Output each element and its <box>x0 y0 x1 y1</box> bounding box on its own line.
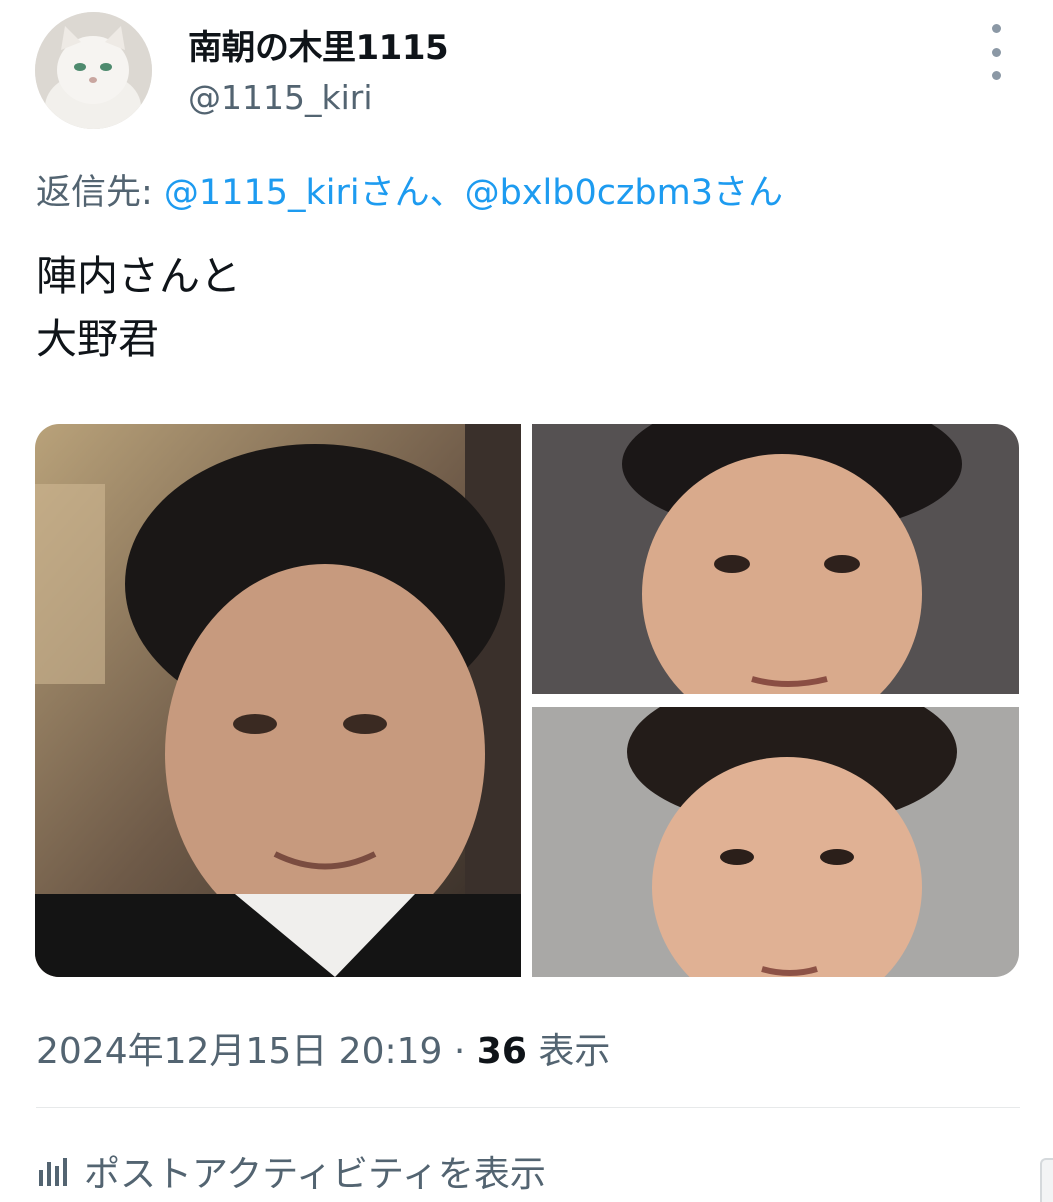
reply-mention-link[interactable]: @1115_kiriさん <box>164 173 430 213</box>
avatar[interactable] <box>35 12 152 129</box>
timestamp[interactable]: 2024年12月15日 20:19 <box>36 1031 442 1072</box>
reply-mention-link[interactable]: @bxlb0czbm3さん <box>465 173 783 213</box>
more-options-button[interactable] <box>982 24 1010 80</box>
photo-man-portrait <box>532 424 1019 694</box>
tweet-text: 陣内さんと 大野君 <box>36 245 241 371</box>
views-label: 表示 <box>526 1031 611 1072</box>
activity-label: ポストアクティビティを表示 <box>84 1154 546 1195</box>
separator-dot: · <box>442 1031 477 1072</box>
media-photo-bottom-right[interactable] <box>532 707 1019 977</box>
media-photo-left[interactable] <box>35 424 521 977</box>
analytics-bars-icon <box>39 1158 67 1186</box>
media-grid <box>35 424 1019 977</box>
more-vertical-icon <box>991 47 1001 57</box>
display-name[interactable]: 南朝の木里1115 <box>188 20 449 69</box>
photo-man-headshot <box>532 707 1019 977</box>
more-vertical-icon <box>991 24 1001 33</box>
views-count: 36 <box>476 1031 527 1072</box>
floating-corner-button[interactable] <box>1040 1158 1053 1202</box>
divider <box>36 1107 1020 1108</box>
media-photo-top-right[interactable] <box>532 424 1019 694</box>
tweet-text-line: 陣内さんと <box>36 252 241 300</box>
reply-prefix: 返信先: <box>36 173 164 213</box>
photo-man-concert <box>35 424 521 977</box>
timestamp-line: 2024年12月15日 20:19 · 36 表示 <box>36 1022 610 1074</box>
more-vertical-icon <box>991 71 1001 80</box>
tweet-text-line: 大野君 <box>36 315 159 363</box>
reply-separator: 、 <box>429 173 465 213</box>
view-post-activity-button[interactable]: ポストアクティビティを表示 <box>36 1145 546 1197</box>
cat-avatar-image <box>35 12 152 129</box>
reply-to-line: 返信先: @1115_kiriさん、@bxlb0czbm3さん <box>36 164 783 215</box>
user-handle[interactable]: @1115_kiri <box>188 78 373 117</box>
